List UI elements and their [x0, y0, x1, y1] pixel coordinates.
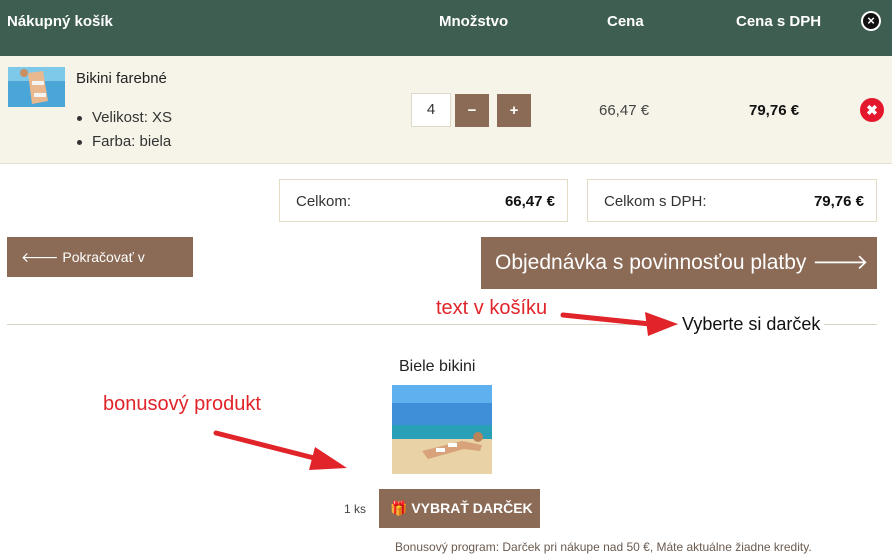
product-name-link[interactable]: Bikini farebné	[76, 70, 167, 87]
product-color: Farba: biela	[76, 132, 172, 156]
gift-product-image[interactable]	[392, 385, 492, 474]
product-thumbnail[interactable]	[8, 67, 65, 107]
quantity-increase-button[interactable]: +	[497, 94, 531, 127]
cart-header: Nákupný košík Množstvo Cena Cena s DPH ×	[0, 0, 892, 56]
total-box: Celkom: 66,47 €	[279, 179, 568, 222]
gift-section-title: Vyberte si darček	[678, 314, 825, 335]
gift-quantity: 1 ks	[344, 502, 367, 516]
column-quantity: Množstvo	[439, 13, 509, 30]
total-vat-label: Celkom s DPH:	[604, 193, 707, 210]
close-glyph: ×	[867, 13, 875, 28]
cart-item-row: Bikini farebné Velikost: XS Farba: biela…	[0, 56, 892, 164]
product-attributes: Velikost: XS Farba: biela	[76, 108, 172, 156]
close-icon[interactable]: ×	[861, 11, 881, 31]
column-price-vat: Cena s DPH	[736, 13, 822, 30]
quantity-input[interactable]: 4	[411, 93, 451, 127]
total-vat-box: Celkom s DPH: 79,76 €	[587, 179, 877, 222]
arrow-to-gift-product	[213, 430, 347, 470]
quantity-decrease-button[interactable]: −	[455, 94, 489, 127]
total-label: Celkom:	[296, 193, 352, 210]
item-price-vat: 79,76 €	[749, 102, 800, 119]
place-order-button[interactable]: Objednávka s povinnosťou platby 🡒	[481, 237, 877, 289]
remove-item-icon[interactable]: ✖	[860, 98, 884, 122]
item-price: 66,47 €	[599, 102, 650, 119]
cart-title: Nákupný košík	[7, 13, 113, 30]
total-vat-value: 79,76 €	[813, 193, 864, 210]
continue-shopping-button[interactable]: 🡐 Pokračovať v nákupe	[7, 237, 193, 305]
gift-product-name: Biele bikini	[399, 358, 476, 375]
total-value: 66,47 €	[504, 193, 555, 210]
product-size: Velikost: XS	[76, 108, 172, 132]
bonus-program-note: Bonusový program: Darček pri nákupe nad …	[395, 540, 812, 554]
annotation-bonus-product: bonusový produkt	[103, 393, 261, 415]
choose-gift-button[interactable]: 🎁 VYBRAŤ DARČEK	[379, 489, 540, 528]
annotation-cart-text: text v košíku	[436, 297, 548, 319]
column-price: Cena	[607, 13, 644, 30]
cart-page: Nákupný košík Množstvo Cena Cena s DPH ×…	[0, 0, 892, 558]
